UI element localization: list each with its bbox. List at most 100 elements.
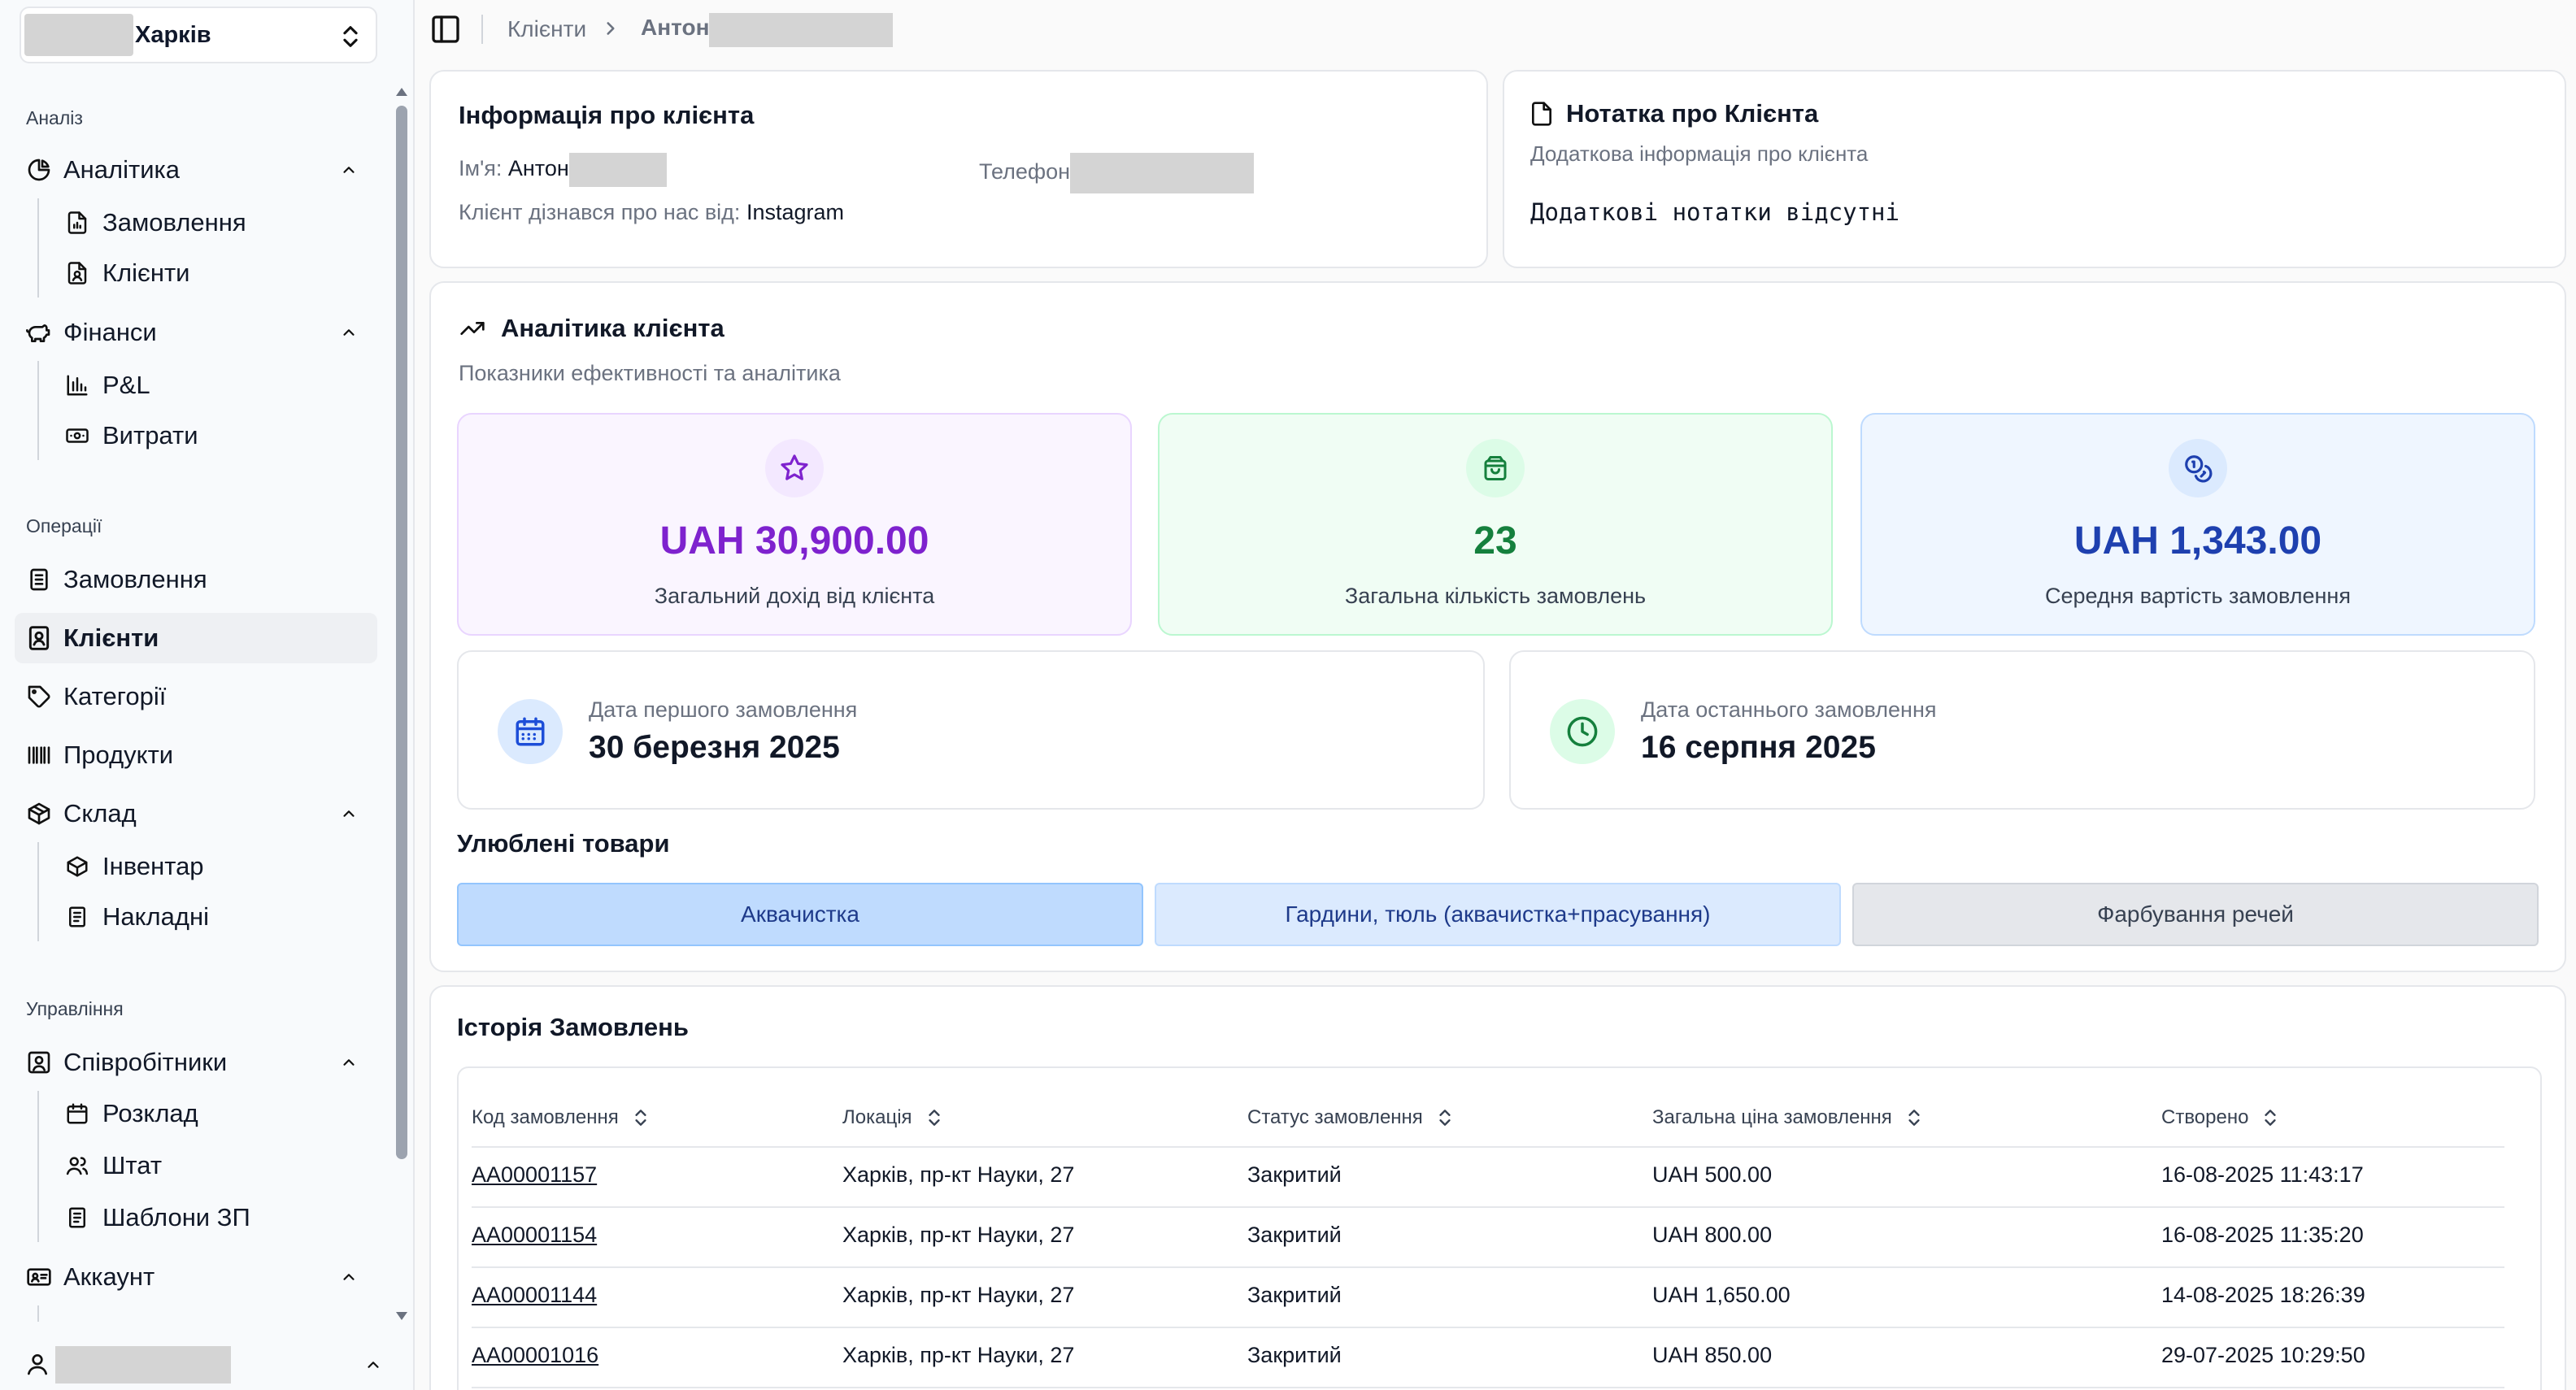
sidebar-item-pnl[interactable]: P&L bbox=[50, 361, 377, 410]
chevron-up-icon[interactable] bbox=[338, 324, 359, 341]
user-menu[interactable] bbox=[0, 1335, 390, 1390]
tree-line bbox=[37, 1305, 39, 1322]
chevron-up-icon[interactable] bbox=[338, 161, 359, 179]
breadcrumb-link-clients[interactable]: Клієнти bbox=[507, 16, 586, 42]
stat-value: 23 bbox=[1473, 519, 1517, 563]
clock-icon bbox=[1550, 699, 1615, 764]
chevron-up-icon[interactable] bbox=[338, 1053, 359, 1071]
sidebar-item-label: Клієнти bbox=[63, 623, 159, 652]
sort-icon[interactable] bbox=[2260, 1104, 2281, 1132]
sidebar-item-label: Штат bbox=[102, 1151, 163, 1179]
field-label: Клієнт дізнався про нас від: bbox=[459, 200, 741, 224]
date-label: Дата першого замовлення bbox=[589, 697, 858, 722]
card-header: Нотатка про Клієнта bbox=[1529, 99, 1818, 128]
sidebar-item-staff[interactable]: Співробітники bbox=[15, 1037, 377, 1088]
column-header-label: Код замовлення bbox=[472, 1106, 619, 1128]
order-code-link[interactable]: AA00001016 bbox=[472, 1343, 598, 1368]
favorite-product-chip[interactable]: Фарбування речей bbox=[1852, 883, 2539, 946]
divider bbox=[472, 1327, 2504, 1328]
sidebar-item-analytics-orders[interactable]: Замовлення bbox=[50, 198, 377, 247]
sidebar-item-products[interactable]: Продукти bbox=[15, 730, 377, 780]
divider bbox=[481, 15, 483, 44]
sidebar-item-team[interactable]: Штат bbox=[50, 1141, 377, 1190]
field-value: Антон bbox=[507, 156, 569, 181]
divider bbox=[472, 1206, 2504, 1208]
column-header-location[interactable]: Локація bbox=[842, 1104, 945, 1132]
card-title: Аналітика клієнта bbox=[501, 314, 724, 342]
sidebar-item-expenses[interactable]: Витрати bbox=[50, 411, 377, 460]
sidebar-item-clients[interactable]: Клієнти bbox=[15, 613, 377, 663]
barcode-icon bbox=[24, 741, 54, 770]
sort-icon[interactable] bbox=[1904, 1104, 1925, 1132]
redacted-block bbox=[709, 13, 893, 47]
stat-caption: Загальна кількість замовлень bbox=[1344, 584, 1647, 608]
sort-icon[interactable] bbox=[630, 1104, 651, 1132]
favorite-product-chip[interactable]: Аквачистка bbox=[457, 883, 1143, 946]
file-icon bbox=[1532, 102, 1551, 126]
scrollbar-thumb[interactable] bbox=[396, 106, 407, 1159]
tree-line bbox=[37, 361, 39, 460]
column-header-status[interactable]: Статус замовлення bbox=[1247, 1104, 1456, 1132]
sort-icon[interactable] bbox=[1434, 1104, 1456, 1132]
stat-total-revenue: UAH 30,900.00 Загальний дохід від клієнт… bbox=[457, 413, 1132, 636]
sidebar-toggle-icon[interactable] bbox=[429, 13, 462, 46]
favorites-title: Улюблені товари bbox=[457, 829, 670, 858]
field-label: Ім'я: bbox=[459, 156, 503, 181]
tree-line bbox=[37, 1091, 39, 1242]
client-source: Клієнт дізнався про нас від: Instagram bbox=[459, 200, 844, 225]
client-info-card: Інформація про клієнта Ім'я: Антон Телеф… bbox=[429, 70, 1488, 268]
note-text: Додаткові нотатки відсутні bbox=[1530, 198, 1899, 226]
stat-value: UAH 30,900.00 bbox=[659, 519, 929, 563]
box-icon bbox=[63, 853, 91, 880]
sidebar-item-invoices[interactable]: Накладні bbox=[50, 893, 377, 941]
order-code-link[interactable]: AA00001154 bbox=[472, 1223, 597, 1248]
sidebar-item-inventory[interactable]: Інвентар bbox=[50, 842, 377, 891]
section-label-operations: Операції bbox=[26, 515, 102, 536]
sidebar-item-label: Аналітика bbox=[63, 155, 181, 184]
receipt-icon bbox=[63, 1204, 91, 1231]
scroll-up-icon[interactable] bbox=[395, 86, 408, 98]
calendar-icon bbox=[63, 1100, 91, 1127]
sidebar-item-label: Витрати bbox=[102, 421, 198, 450]
user-square-icon bbox=[24, 1048, 54, 1077]
redacted-block bbox=[55, 1346, 231, 1383]
table-cell: Харків, пр-кт Науки, 27 bbox=[842, 1223, 1075, 1247]
order-code-link[interactable]: AA00001144 bbox=[472, 1283, 597, 1308]
sidebar-item-analytics-clients[interactable]: Клієнти bbox=[50, 249, 377, 298]
chevron-up-icon[interactable] bbox=[338, 805, 359, 823]
order-code-link[interactable]: AA00001157 bbox=[472, 1162, 597, 1188]
column-header-label: Загальна ціна замовлення bbox=[1652, 1106, 1892, 1128]
column-header-created[interactable]: Створено bbox=[2161, 1104, 2281, 1132]
card-subtitle: Показники ефективності та аналітика bbox=[459, 361, 841, 385]
date-label: Дата останнього замовлення bbox=[1641, 697, 1937, 722]
sidebar-item-warehouse[interactable]: Склад bbox=[15, 788, 377, 839]
table-cell: Закритий bbox=[1247, 1343, 1342, 1367]
sort-icon[interactable] bbox=[924, 1104, 945, 1132]
piggy-bank-icon bbox=[24, 318, 54, 347]
divider bbox=[472, 1146, 2504, 1148]
sidebar-item-schedule[interactable]: Розклад bbox=[50, 1089, 377, 1138]
field-label: Телефон bbox=[979, 159, 1071, 185]
sidebar-item-analytics[interactable]: Аналітика bbox=[15, 145, 377, 195]
chevron-up-icon[interactable] bbox=[363, 1356, 384, 1374]
sidebar-item-salary-templates[interactable]: Шаблони ЗП bbox=[50, 1193, 377, 1242]
location-select[interactable]: Харків bbox=[20, 7, 377, 63]
star-icon bbox=[765, 439, 824, 497]
sidebar-scrollbar[interactable] bbox=[394, 78, 410, 1322]
sidebar-item-account[interactable]: Аккаунт bbox=[15, 1252, 377, 1302]
favorite-product-chip[interactable]: Гардини, тюль (аквачистка+прасування) bbox=[1155, 883, 1841, 946]
sidebar-item-categories[interactable]: Категорії bbox=[15, 671, 377, 722]
table-cell: Закритий bbox=[1247, 1162, 1342, 1187]
chevron-up-icon[interactable] bbox=[338, 1268, 359, 1286]
table-cell: Харків, пр-кт Науки, 27 bbox=[842, 1162, 1075, 1187]
sidebar-item-orders[interactable]: Замовлення bbox=[15, 554, 377, 605]
order-history-card: Історія Замовлень Код замовлення Локація… bbox=[429, 985, 2566, 1390]
sidebar-item-finance[interactable]: Фінанси bbox=[15, 307, 377, 358]
column-header-label: Локація bbox=[842, 1106, 912, 1128]
table-cell: 14-08-2025 18:26:39 bbox=[2161, 1283, 2365, 1307]
table-cell: Харків, пр-кт Науки, 27 bbox=[842, 1283, 1075, 1307]
column-header-total-price[interactable]: Загальна ціна замовлення bbox=[1652, 1104, 1925, 1132]
sidebar-item-label: Склад bbox=[63, 799, 137, 827]
scroll-down-icon[interactable] bbox=[395, 1310, 408, 1322]
column-header-order-code[interactable]: Код замовлення bbox=[472, 1104, 651, 1132]
